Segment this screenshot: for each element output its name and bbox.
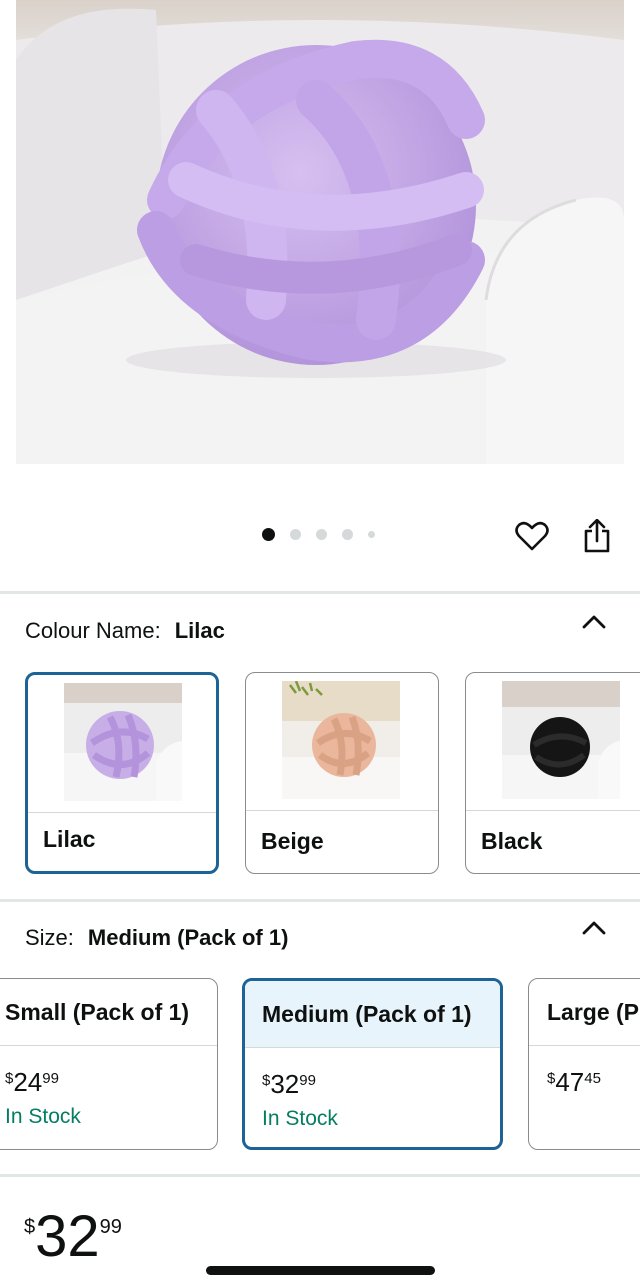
- carousel-dot[interactable]: [316, 528, 327, 540]
- size-option-label: Medium (Pack of 1): [245, 981, 500, 1048]
- size-option-small[interactable]: Small (Pack of 1) $24 99 In Stock: [0, 978, 218, 1150]
- product-price: $32 99: [24, 1204, 122, 1269]
- carousel-dot[interactable]: [368, 530, 375, 538]
- stock-status: In Stock: [262, 1107, 338, 1130]
- product-image[interactable]: [16, 0, 624, 464]
- swatch-thumbnail: [246, 673, 438, 811]
- share-button[interactable]: [578, 516, 616, 556]
- size-label: Size:: [25, 925, 74, 950]
- size-selected-value: Medium (Pack of 1): [87, 925, 289, 950]
- swatch-thumbnail: [466, 673, 640, 811]
- favorite-button[interactable]: [513, 516, 551, 556]
- colour-header: Colour Name: Lilac: [25, 618, 225, 644]
- carousel-dot[interactable]: [342, 528, 353, 540]
- image-carousel-dots[interactable]: [262, 527, 390, 541]
- heart-icon: [515, 521, 549, 551]
- colour-label: Colour Name:: [25, 618, 161, 643]
- carousel-dot[interactable]: [262, 527, 275, 541]
- colour-option-label: Black: [481, 828, 543, 854]
- size-option-price: $24 99: [5, 1067, 59, 1097]
- home-indicator[interactable]: [206, 1266, 435, 1275]
- stock-status: In Stock: [5, 1105, 81, 1128]
- size-option-price: $32 99: [262, 1069, 316, 1099]
- section-divider: [0, 1174, 640, 1177]
- colour-option-black[interactable]: Black: [465, 672, 640, 874]
- chevron-up-icon[interactable]: [580, 918, 608, 938]
- size-option-label: Large (P: [529, 979, 640, 1046]
- chevron-up-icon[interactable]: [580, 612, 608, 632]
- size-option-price: $47 45: [547, 1067, 601, 1097]
- colour-option-lilac[interactable]: Lilac: [25, 672, 219, 874]
- size-option-label: Small (Pack of 1): [0, 979, 217, 1046]
- section-divider: [0, 591, 640, 594]
- colour-option-label: Beige: [261, 828, 324, 854]
- section-divider: [0, 899, 640, 902]
- share-icon: [584, 519, 610, 553]
- swatch-thumbnail: [28, 675, 216, 813]
- carousel-dot[interactable]: [290, 528, 301, 540]
- colour-option-beige[interactable]: Beige: [245, 672, 439, 874]
- size-option-medium[interactable]: Medium (Pack of 1) $32 99 In Stock: [242, 978, 503, 1150]
- colour-option-label: Lilac: [43, 826, 96, 852]
- size-option-large[interactable]: Large (P $47 45: [528, 978, 640, 1150]
- size-header: Size: Medium (Pack of 1): [25, 925, 288, 951]
- colour-selected-value: Lilac: [174, 618, 225, 643]
